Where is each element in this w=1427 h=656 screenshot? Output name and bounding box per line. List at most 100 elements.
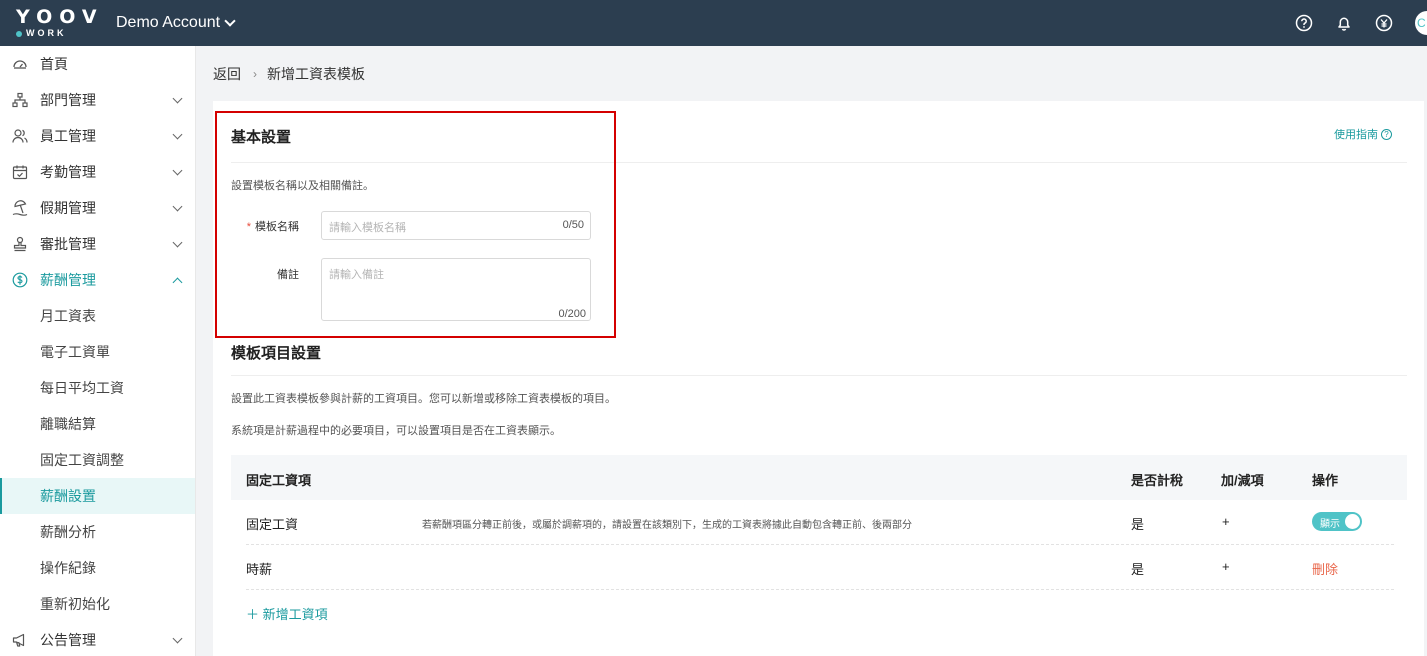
item-sign: + xyxy=(1222,559,1230,574)
sidebar-subitem-label: 月工資表 xyxy=(40,308,96,324)
template-name-placeholder: 請輸入模板名稱 xyxy=(329,222,406,234)
chevron-down-icon xyxy=(172,201,183,212)
sidebar-subitem-label: 重新初始化 xyxy=(40,596,110,612)
usage-guide-link[interactable]: 使用指南 ? xyxy=(1334,126,1392,142)
template-name-char-count: 0/50 xyxy=(562,219,584,231)
sidebar-item-payroll[interactable]: 薪酬管理 xyxy=(0,262,195,298)
sidebar-subitem-label: 薪酬分析 xyxy=(40,524,96,540)
display-toggle[interactable]: 顯示 xyxy=(1312,512,1362,531)
dashboard-icon xyxy=(12,56,28,72)
sidebar-subitem-payroll-analysis[interactable]: 薪酬分析 xyxy=(0,514,195,550)
sidebar-item-label: 考勤管理 xyxy=(40,164,96,180)
item-taxable: 是 xyxy=(1131,562,1145,577)
breadcrumb: 返回 › 新增工資表模板 xyxy=(213,64,365,84)
sidebar-subitem-label: 每日平均工資 xyxy=(40,380,124,396)
logo[interactable]: YOOV WORK xyxy=(14,0,97,46)
template-name-input[interactable]: 請輸入模板名稱 0/50 xyxy=(321,211,591,240)
sidebar-item-label: 假期管理 xyxy=(40,200,96,216)
chevron-up-icon xyxy=(172,277,183,288)
sidebar-item-leave[interactable]: 假期管理 xyxy=(0,190,195,226)
chevron-down-icon xyxy=(172,165,183,176)
required-mark: * xyxy=(246,221,251,233)
chevron-down-icon xyxy=(172,93,183,104)
sidebar-item-employees[interactable]: 員工管理 xyxy=(0,118,195,154)
avatar[interactable]: C xyxy=(1415,11,1427,35)
template-items-title: 模板項目設置 xyxy=(231,345,322,362)
chevron-down-icon xyxy=(172,237,183,248)
sidebar-subitem-label: 電子工資單 xyxy=(40,344,110,360)
template-name-label: * 模板名稱 xyxy=(243,218,299,234)
logo-bottom-text: WORK xyxy=(16,28,67,38)
chevron-down-icon xyxy=(172,129,183,140)
add-salary-item-button[interactable]: ＋ 新增工資項 xyxy=(246,604,328,623)
sidebar-subitem-label: 固定工資調整 xyxy=(40,452,124,468)
remark-textarea[interactable]: 請輸入備註 0/200 xyxy=(321,258,591,321)
sidebar-subitem-termination[interactable]: 離職結算 xyxy=(0,406,195,442)
sidebar-subitem-payslip[interactable]: 電子工資單 xyxy=(0,334,195,370)
currency-icon[interactable] xyxy=(1375,14,1393,32)
template-name-label-text: 模板名稱 xyxy=(255,221,299,233)
account-name: Demo Account xyxy=(116,14,221,31)
org-chart-icon xyxy=(12,92,28,108)
chevron-down-icon xyxy=(172,633,183,644)
column-header-sign: 加/減項 xyxy=(1221,473,1264,488)
sidebar-subitem-reinitialize[interactable]: 重新初始化 xyxy=(0,586,195,622)
megaphone-icon xyxy=(12,632,28,648)
table-header: 固定工資項 是否計稅 加/減項 操作 xyxy=(231,455,1407,500)
sidebar-item-label: 部門管理 xyxy=(40,92,96,108)
remark-placeholder: 請輸入備註 xyxy=(329,269,384,281)
basic-settings-title: 基本設置 xyxy=(231,129,292,146)
sidebar-item-label: 審批管理 xyxy=(40,236,96,252)
remark-label: 備註 xyxy=(277,269,299,281)
breadcrumb-current: 新增工資表模板 xyxy=(267,66,365,82)
sidebar-item-label: 公告管理 xyxy=(40,632,96,648)
item-sign: + xyxy=(1222,514,1230,529)
help-icon: ? xyxy=(1381,128,1392,140)
bell-icon[interactable] xyxy=(1335,14,1353,32)
table-row: 時薪 是 + 刪除 xyxy=(246,545,1394,590)
chevron-down-icon xyxy=(224,15,236,27)
sidebar-item-label: 薪酬管理 xyxy=(40,272,96,288)
sidebar-subitem-label: 薪酬設置 xyxy=(40,488,96,504)
template-items-hint-1: 設置此工資表模板參與計薪的工資項目。您可以新增或移除工資表模板的項目。 xyxy=(231,393,616,405)
usage-guide-label: 使用指南 xyxy=(1334,129,1378,141)
sidebar-item-departments[interactable]: 部門管理 xyxy=(0,82,195,118)
calendar-check-icon xyxy=(12,164,28,180)
sidebar-item-approval[interactable]: 審批管理 xyxy=(0,226,195,262)
breadcrumb-separator: › xyxy=(253,67,257,81)
divider xyxy=(231,375,1407,376)
toggle-knob xyxy=(1345,514,1360,529)
breadcrumb-back-link[interactable]: 返回 xyxy=(213,64,241,84)
dollar-icon xyxy=(12,272,28,288)
template-form-card: 基本設置 使用指南 ? 設置模板名稱以及相關備註。 * 模板名稱 請輸入模板名稱 … xyxy=(213,101,1424,656)
item-name: 固定工資 xyxy=(246,517,299,532)
sidebar-subitem-monthly-payroll[interactable]: 月工資表 xyxy=(0,298,195,334)
basic-settings-hint: 設置模板名稱以及相關備註。 xyxy=(231,180,374,192)
remark-char-count: 0/200 xyxy=(558,308,586,320)
sidebar-item-attendance[interactable]: 考勤管理 xyxy=(0,154,195,190)
item-name: 時薪 xyxy=(246,562,273,577)
table-row: 固定工資 若薪酬項區分轉正前後，或屬於調薪項的，請設置在該類別下，生成的工資表將… xyxy=(246,500,1394,545)
help-icon[interactable] xyxy=(1295,14,1313,32)
logo-top-text: YOOV xyxy=(16,6,104,28)
sidebar-subitem-salary-adjust[interactable]: 固定工資調整 xyxy=(0,442,195,478)
item-taxable: 是 xyxy=(1131,517,1145,532)
sidebar-subitem-daily-average[interactable]: 每日平均工資 xyxy=(0,370,195,406)
template-items-hint-2: 系統項是計薪過程中的必要項目，可以設置項目是否在工資表顯示。 xyxy=(231,425,561,437)
column-header-fixed-items: 固定工資項 xyxy=(246,473,312,488)
stamp-icon xyxy=(12,236,28,252)
column-header-actions: 操作 xyxy=(1312,473,1339,488)
sidebar-subitem-payroll-settings[interactable]: 薪酬設置 xyxy=(0,478,195,514)
top-bar: YOOV WORK Demo Account C xyxy=(0,0,1427,46)
divider xyxy=(231,162,1407,163)
item-note: 若薪酬項區分轉正前後，或屬於調薪項的，請設置在該類別下，生成的工資表將據此自動包… xyxy=(422,520,912,531)
sidebar-item-home[interactable]: 首頁 xyxy=(0,46,195,82)
delete-button[interactable]: 刪除 xyxy=(1312,559,1338,578)
sidebar-subitem-operation-log[interactable]: 操作紀錄 xyxy=(0,550,195,586)
toggle-label: 顯示 xyxy=(1320,519,1340,530)
account-switcher[interactable]: Demo Account xyxy=(116,14,236,32)
sidebar-item-label: 首頁 xyxy=(40,56,68,72)
sidebar-item-announcements[interactable]: 公告管理 xyxy=(0,622,195,656)
beach-icon xyxy=(12,200,28,216)
sidebar-item-label: 員工管理 xyxy=(40,128,96,144)
